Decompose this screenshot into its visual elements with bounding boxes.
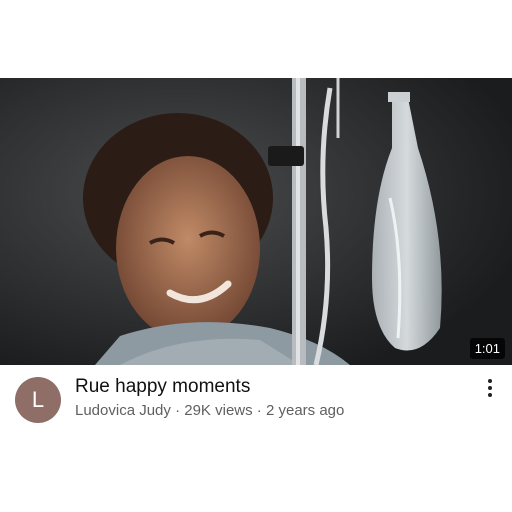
- video-duration-badge: 1:01: [469, 338, 505, 359]
- video-metadata: L Rue happy moments Ludovica Judy · 29K …: [0, 365, 512, 435]
- video-subline: Ludovica Judy · 29K views · 2 years ago: [75, 402, 344, 419]
- channel-name[interactable]: Ludovica Judy: [75, 402, 171, 419]
- channel-avatar[interactable]: L: [15, 377, 61, 423]
- thumbnail-image: [0, 78, 512, 365]
- video-title[interactable]: Rue happy moments: [75, 376, 250, 398]
- video-thumbnail[interactable]: 1:01: [0, 78, 512, 365]
- more-vert-icon[interactable]: [480, 375, 500, 403]
- view-count: 29K views: [184, 402, 253, 419]
- upload-age: 2 years ago: [265, 402, 345, 419]
- separator: ·: [252, 402, 266, 419]
- separator: ·: [170, 402, 185, 419]
